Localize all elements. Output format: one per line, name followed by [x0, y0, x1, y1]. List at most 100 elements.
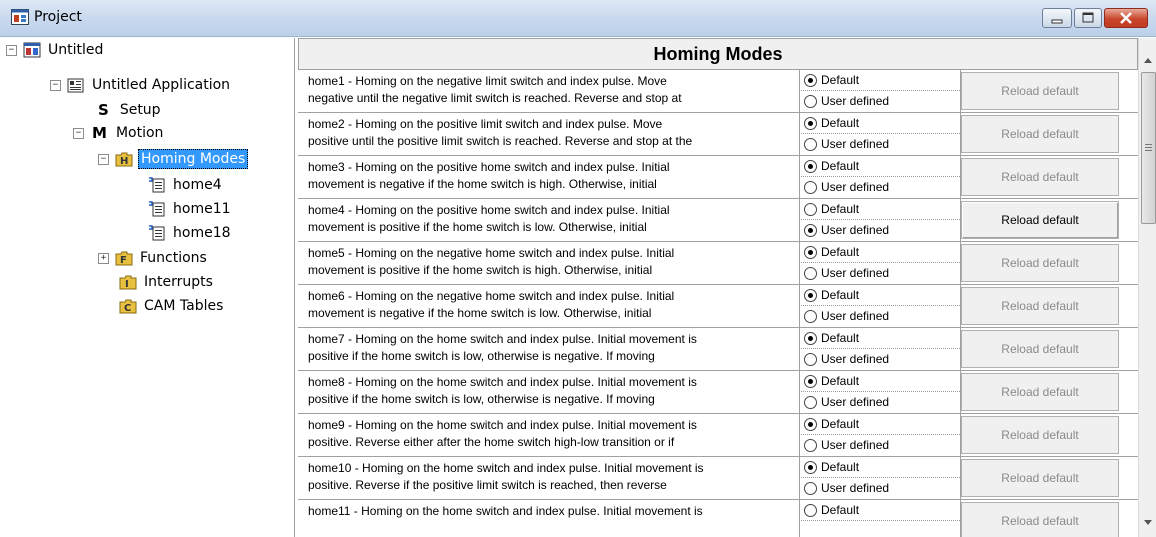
- homing-description: home7 - Homing on the home switch and in…: [298, 328, 800, 370]
- tree-node-application[interactable]: − Untitled Application: [50, 74, 232, 96]
- tree-label-functions: Functions: [140, 250, 207, 266]
- user-defined-radio[interactable]: User defined: [801, 306, 960, 326]
- default-radio[interactable]: Default: [801, 457, 960, 478]
- collapse-toggle[interactable]: −: [6, 44, 17, 56]
- radio-icon[interactable]: [804, 159, 817, 173]
- radio-icon[interactable]: [804, 223, 817, 237]
- default-radio[interactable]: Default: [801, 500, 960, 521]
- tree-node-functions[interactable]: + F Functions: [98, 247, 209, 269]
- tree-node-home-item[interactable]: home11: [148, 198, 233, 220]
- vertical-scrollbar[interactable]: [1138, 38, 1156, 537]
- reload-default-button[interactable]: Reload default: [961, 72, 1119, 110]
- radio-icon[interactable]: [804, 202, 817, 216]
- reload-default-button[interactable]: Reload default: [961, 459, 1119, 497]
- reload-default-button[interactable]: Reload default: [961, 373, 1119, 411]
- radio-icon[interactable]: [804, 460, 817, 474]
- user-defined-radio[interactable]: User defined: [801, 134, 960, 154]
- homing-description: home1 - Homing on the negative limit swi…: [298, 70, 800, 112]
- reload-default-button[interactable]: Reload default: [961, 201, 1119, 239]
- radio-icon[interactable]: [804, 503, 817, 517]
- radio-icon[interactable]: [804, 374, 817, 388]
- folder-c-icon: C: [119, 299, 137, 314]
- description-line: positive if the home switch is low, othe…: [308, 349, 655, 363]
- tree-node-setup[interactable]: S Setup: [98, 99, 163, 121]
- reload-default-button[interactable]: Reload default: [961, 158, 1119, 196]
- radio-icon[interactable]: [804, 266, 817, 280]
- default-radio[interactable]: Default: [801, 242, 960, 263]
- radio-icon[interactable]: [804, 288, 817, 302]
- user-defined-radio[interactable]: User defined: [801, 435, 960, 455]
- project-tree[interactable]: − Untitled − Untitled Application S Setu…: [0, 38, 295, 537]
- folder-f-icon: F: [115, 251, 133, 266]
- collapse-toggle[interactable]: −: [73, 127, 84, 139]
- reload-default-button[interactable]: Reload default: [961, 115, 1119, 153]
- default-radio[interactable]: Default: [801, 414, 960, 435]
- radio-icon[interactable]: [804, 417, 817, 431]
- default-radio[interactable]: Default: [801, 156, 960, 177]
- mode-options: Default User defined: [801, 457, 961, 499]
- tree-node-home-item[interactable]: home4: [148, 174, 224, 196]
- homing-description: home10 - Homing on the home switch and i…: [298, 457, 800, 499]
- radio-label: Default: [821, 159, 860, 173]
- scroll-down-icon[interactable]: [1139, 514, 1156, 531]
- default-radio[interactable]: Default: [801, 113, 960, 134]
- collapse-toggle[interactable]: −: [50, 79, 61, 91]
- scrollbar-thumb[interactable]: [1141, 72, 1156, 224]
- radio-icon[interactable]: [804, 352, 817, 366]
- scroll-up-icon[interactable]: [1139, 52, 1156, 69]
- tree-node-homing-modes[interactable]: − H Homing Modes: [98, 148, 249, 170]
- reload-default-button[interactable]: Reload default: [961, 244, 1119, 282]
- svg-text:I: I: [125, 279, 129, 290]
- user-defined-radio[interactable]: User defined: [801, 220, 960, 240]
- radio-icon[interactable]: [804, 245, 817, 259]
- description-line: home10 - Homing on the home switch and i…: [308, 461, 704, 475]
- default-radio[interactable]: Default: [801, 328, 960, 349]
- table-row: home1 - Homing on the negative limit swi…: [298, 70, 1138, 113]
- reload-default-button[interactable]: Reload default: [961, 416, 1119, 454]
- tree-node-home-item[interactable]: home18: [148, 222, 233, 244]
- collapse-toggle[interactable]: −: [98, 153, 109, 165]
- user-defined-radio[interactable]: User defined: [801, 349, 960, 369]
- radio-label: Default: [821, 374, 860, 388]
- maximize-button[interactable]: [1074, 8, 1102, 28]
- user-defined-radio[interactable]: User defined: [801, 263, 960, 283]
- tree-node-interrupts[interactable]: I Interrupts: [119, 271, 215, 293]
- radio-icon[interactable]: [804, 309, 817, 323]
- title-bar[interactable]: Project: [0, 0, 1156, 37]
- tree-node-root[interactable]: − Untitled: [6, 39, 105, 61]
- radio-icon[interactable]: [804, 180, 817, 194]
- user-defined-radio[interactable]: User defined: [801, 91, 960, 111]
- table-row: home5 - Homing on the negative home swit…: [298, 242, 1138, 285]
- description-line: home5 - Homing on the negative home swit…: [308, 246, 675, 260]
- default-radio[interactable]: Default: [801, 371, 960, 392]
- tree-node-cam-tables[interactable]: C CAM Tables: [119, 295, 225, 317]
- reload-default-button[interactable]: Reload default: [961, 502, 1119, 537]
- expand-toggle[interactable]: +: [98, 252, 109, 264]
- radio-icon[interactable]: [804, 94, 817, 108]
- user-defined-radio[interactable]: User defined: [801, 478, 960, 498]
- radio-icon[interactable]: [804, 73, 817, 87]
- tree-node-motion[interactable]: − M Motion: [73, 122, 165, 144]
- reload-default-button[interactable]: Reload default: [961, 330, 1119, 368]
- radio-icon[interactable]: [804, 395, 817, 409]
- mode-options: DefaultUser defined: [801, 500, 961, 537]
- close-button[interactable]: [1104, 8, 1148, 28]
- description-line: home1 - Homing on the negative limit swi…: [308, 74, 667, 88]
- default-radio[interactable]: Default: [801, 285, 960, 306]
- default-radio[interactable]: Default: [801, 199, 960, 220]
- radio-icon[interactable]: [804, 331, 817, 345]
- reload-default-button[interactable]: Reload default: [961, 287, 1119, 325]
- description-line: negative until the negative limit switch…: [308, 91, 682, 105]
- radio-label: User defined: [821, 481, 890, 495]
- default-radio[interactable]: Default: [801, 70, 960, 91]
- radio-icon[interactable]: [804, 137, 817, 151]
- radio-icon[interactable]: [804, 481, 817, 495]
- tree-label-application: Untitled Application: [92, 77, 231, 93]
- window-controls: [1040, 8, 1148, 28]
- minimize-button[interactable]: [1042, 8, 1072, 28]
- user-defined-radio[interactable]: User defined: [801, 177, 960, 197]
- radio-icon[interactable]: [804, 438, 817, 452]
- table-row: home2 - Homing on the positive limit swi…: [298, 113, 1138, 156]
- user-defined-radio[interactable]: User defined: [801, 392, 960, 412]
- radio-icon[interactable]: [804, 116, 817, 130]
